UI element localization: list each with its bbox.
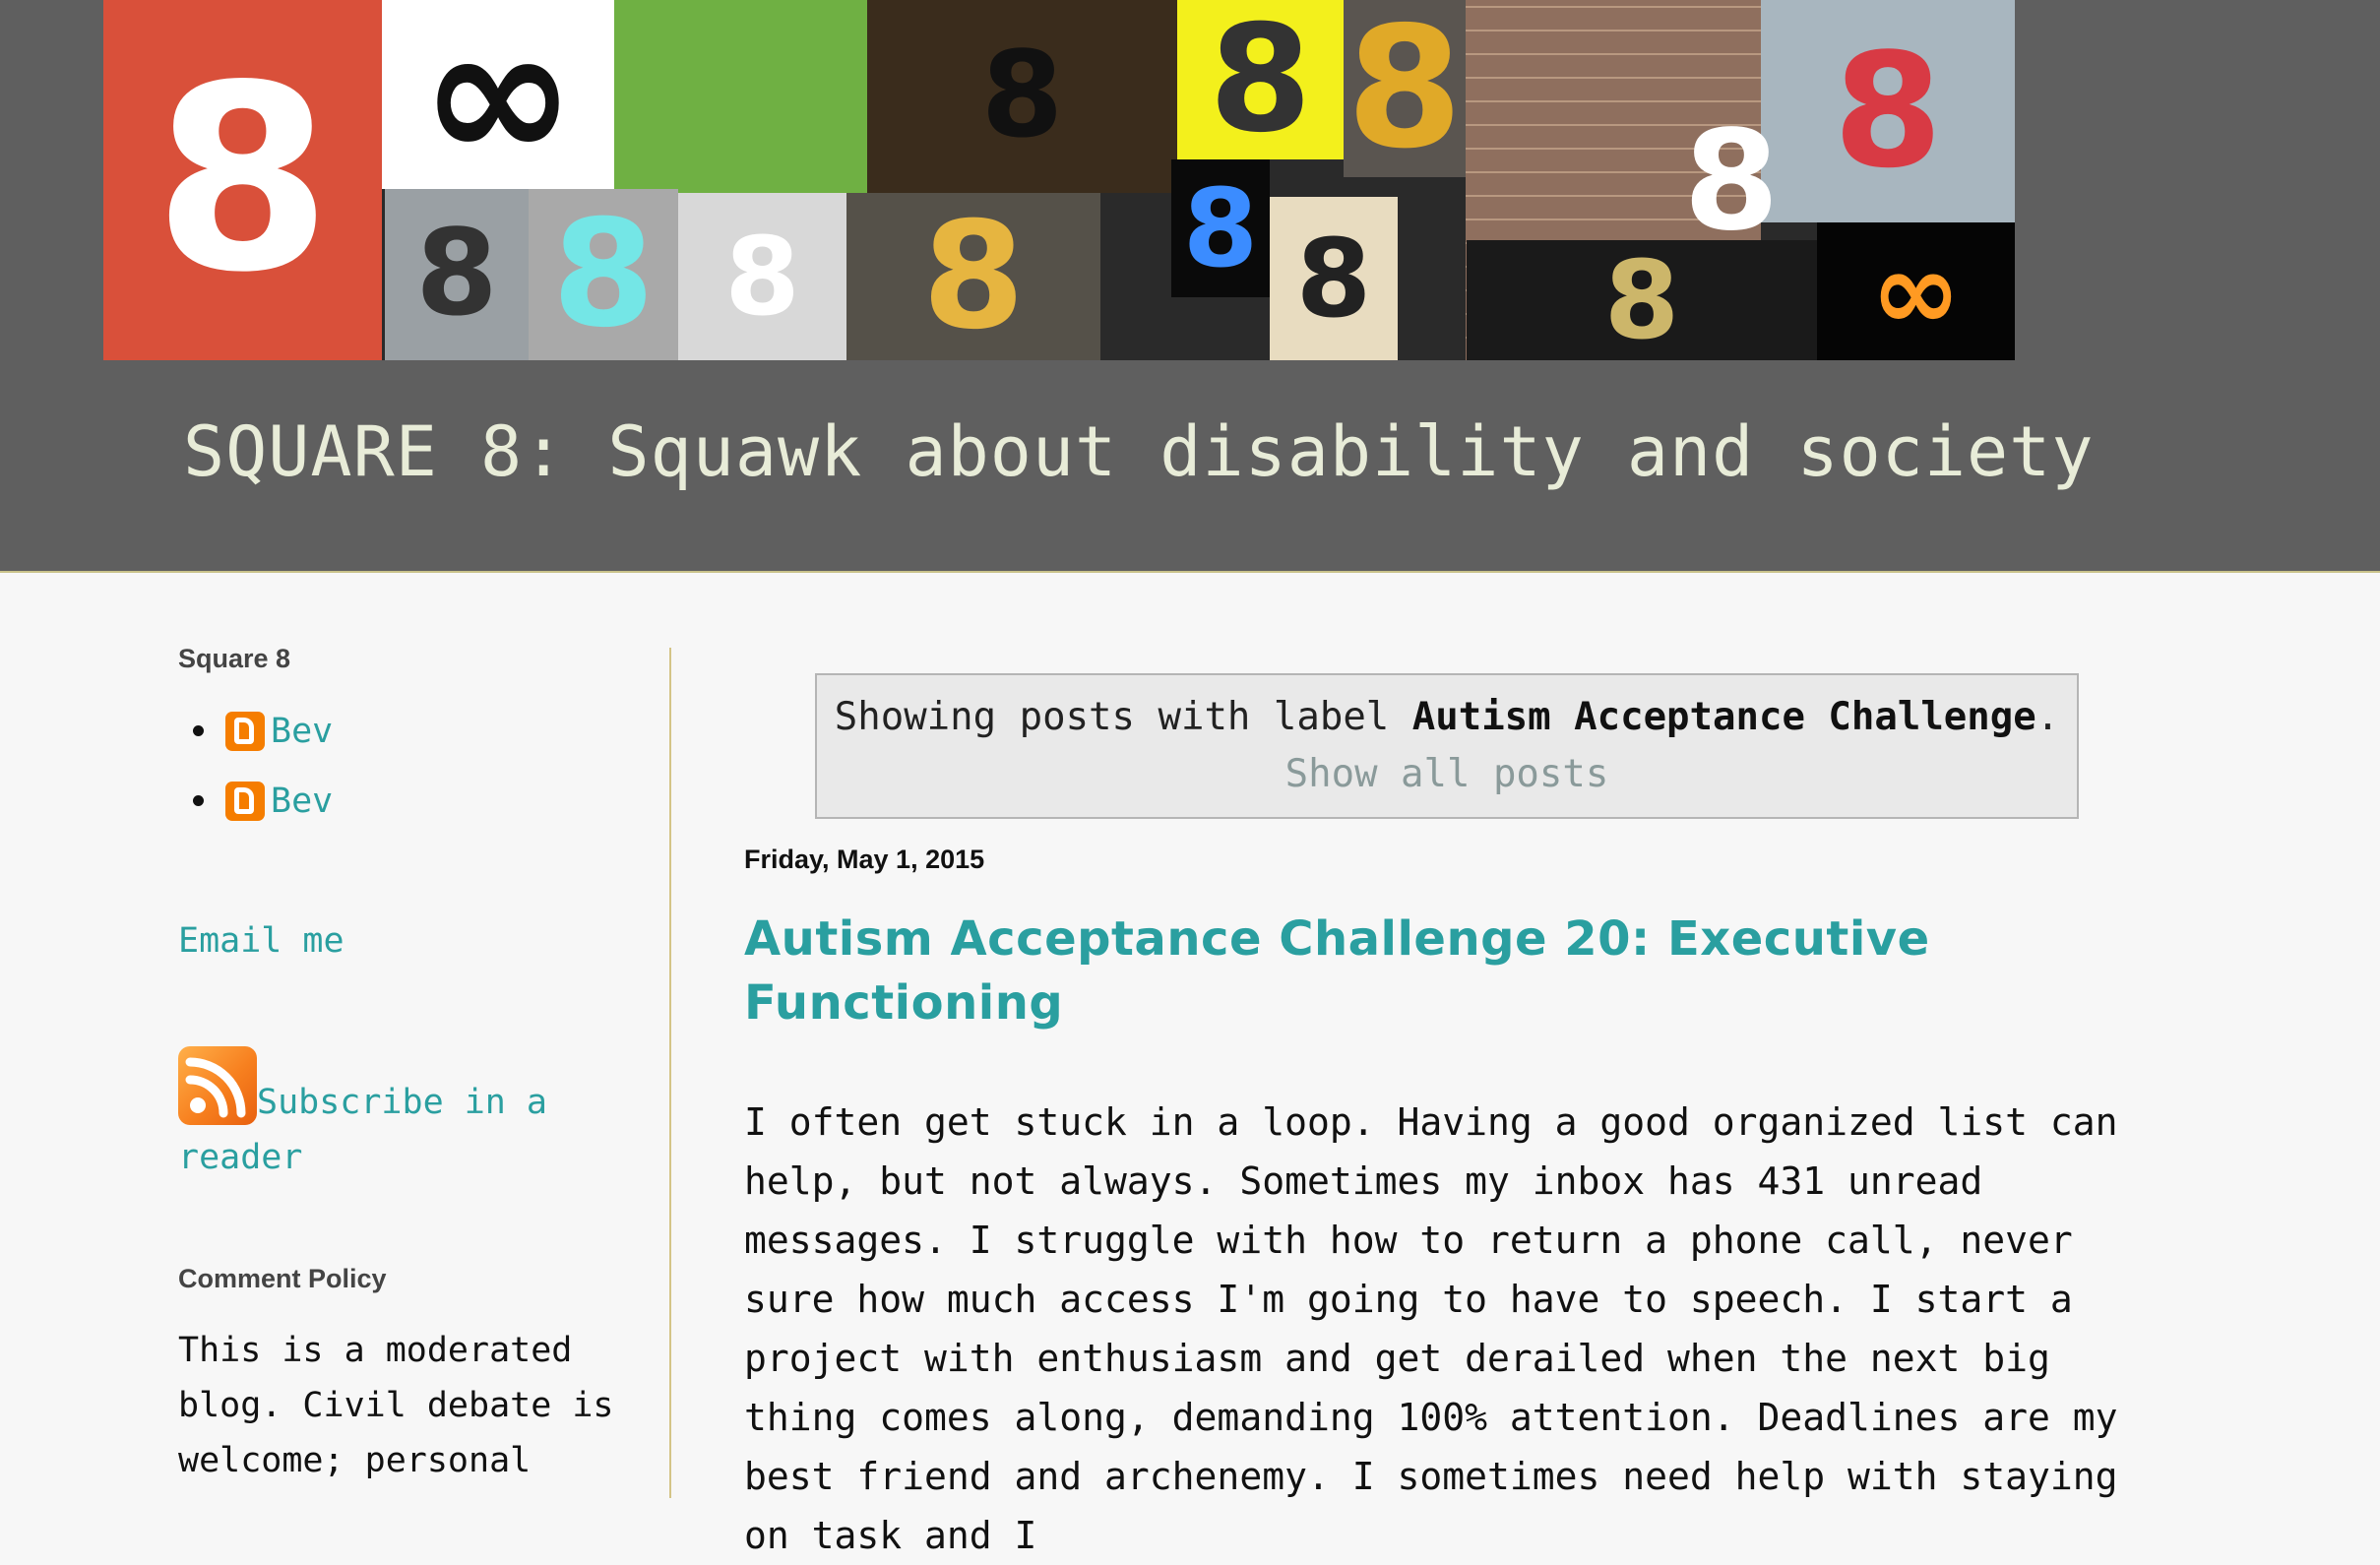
blogger-icon (225, 711, 265, 751)
eight-glyph: 8 (1683, 118, 1780, 246)
calculator-eight-glyph: 8 (415, 206, 498, 343)
banner-tile: 8 (1467, 240, 1817, 360)
neon-eight-glyph: 8 (1182, 165, 1259, 291)
banner-tile (614, 0, 867, 193)
bullet (193, 725, 204, 736)
post-title-link[interactable]: Autism Acceptance Challenge 20: Executiv… (744, 908, 2122, 1035)
author-link[interactable]: Bev (271, 782, 333, 821)
label-suffix: . (2036, 695, 2060, 739)
list-item: Bev (178, 766, 670, 836)
eight-glyph: 8 (1346, 0, 1464, 177)
comment-policy-text: This is a moderated blog. Civil debate i… (178, 1331, 614, 1480)
bullet (193, 795, 204, 806)
label-name: Autism Acceptance Challenge (1411, 695, 2036, 739)
banner-tile: 8 (385, 189, 529, 360)
sidebar-heading: Square 8 (178, 644, 291, 673)
label-filter-notice: Showing posts with label Autism Acceptan… (815, 673, 2079, 819)
eight-glyph: 8 (921, 193, 1026, 360)
blog-title[interactable]: SQUARE 8: Squawk about disability and so… (183, 411, 2094, 492)
comment-policy-heading: Comment Policy (178, 1264, 387, 1293)
blog-header: 8 ∞ 8 8 8 8 8 8 8 8 8 8 8 8 ∞ SQUARE 8: … (0, 0, 2380, 573)
eight-glyph: 8 (551, 189, 656, 360)
eight-ball-glyph: 8 (980, 28, 1064, 164)
label-prefix: Showing posts with label (834, 695, 1412, 739)
banner-tile: 8 (1177, 0, 1344, 159)
author-list: Bev Bev (178, 696, 670, 836)
banner-tile: 8 (678, 193, 846, 360)
banner-tile: 8 (529, 189, 678, 360)
eight-glyph: 8 (1833, 19, 1943, 203)
film-countdown-eight-glyph: 8 (1603, 240, 1680, 360)
infinity-glyph: ∞ (419, 0, 577, 189)
banner-tile: ∞ (382, 0, 614, 189)
banner-tile: 8 (1344, 0, 1466, 177)
blogger-icon (225, 781, 265, 821)
banner-tile: 8 (846, 193, 1100, 360)
post-date: Friday, May 1, 2015 (744, 845, 985, 874)
rss-icon[interactable] (178, 1046, 257, 1125)
eight-glyph: 8 (1295, 216, 1372, 342)
list-item: Bev (178, 696, 670, 766)
label-filter-line: Showing posts with label Autism Acceptan… (817, 695, 2077, 739)
banner-tile: 8 (1761, 0, 2015, 222)
banner-tile: 8 (1171, 159, 1270, 297)
email-me-link[interactable]: Email me (178, 921, 344, 961)
banner-tile: 8 (1270, 197, 1398, 360)
fire-infinity-glyph: ∞ (1870, 228, 1962, 354)
sidebar: Square 8 Bev Bev Email me Subscribe in a… (178, 644, 670, 1480)
banner-tile: 8 (867, 0, 1177, 193)
author-link[interactable]: Bev (271, 712, 333, 751)
typewriter-eight-glyph: 8 (724, 214, 800, 340)
eight-glyph: 8 (1209, 0, 1312, 159)
banner-tile: ∞ (1817, 222, 2015, 360)
subscribe-widget: Subscribe in a reader (178, 1046, 592, 1185)
eight-glyph: 8 (154, 31, 332, 329)
banner-tile: 8 (103, 0, 382, 360)
banner-tile: 8 (1672, 118, 1790, 246)
post-body: I often get stuck in a loop. Having a go… (744, 1100, 2118, 1557)
show-all-posts-link[interactable]: Show all posts (817, 752, 2077, 796)
header-banner-image[interactable]: 8 ∞ 8 8 8 8 8 8 8 8 8 8 8 8 ∞ (103, 0, 2015, 360)
